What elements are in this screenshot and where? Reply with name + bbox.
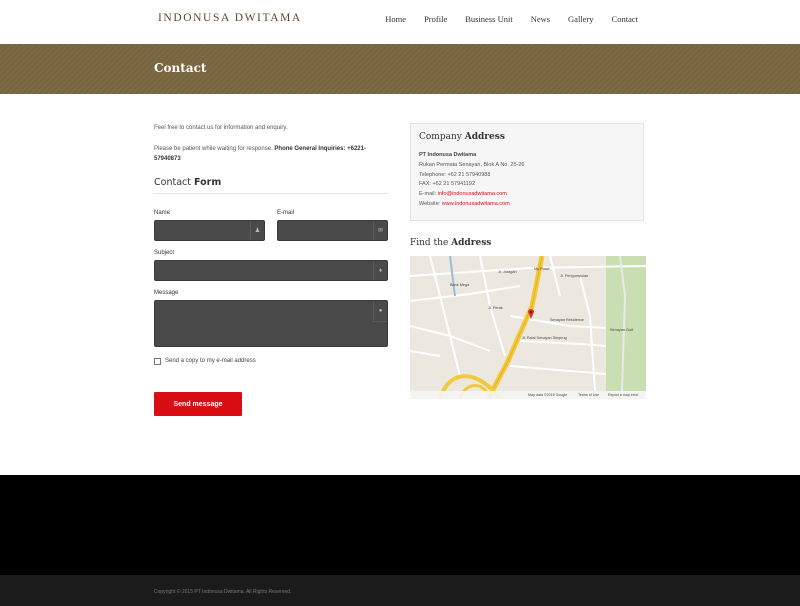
map-report-link[interactable]: Report a map error: [608, 393, 638, 397]
envelope-icon: ✉: [373, 221, 387, 240]
form-title-bold: Form: [194, 177, 222, 188]
company-street: Rukan Permata Senayan, Blok A No. 25-26: [419, 161, 525, 168]
tag-icon: ♦: [373, 261, 387, 280]
form-title-regular: Contact: [154, 177, 191, 188]
message-field[interactable]: ●: [154, 300, 388, 347]
company-website-row: Website: www.indonusadwitama.com: [419, 200, 524, 210]
footer-bar: Copyright © 2015 PT Indonusa Dwitama. Al…: [0, 575, 800, 606]
subject-field[interactable]: ♦: [154, 260, 388, 281]
find-address-title: Find the Address: [410, 238, 491, 248]
map-label: Jl. Pengumpulan: [560, 274, 589, 278]
map-terms-link[interactable]: Terms of Use: [578, 393, 599, 397]
find-title-bold: Address: [451, 238, 492, 248]
site-header: INDONUSA DWITAMA Home Profile Business U…: [0, 0, 800, 44]
google-map[interactable]: Jl. Juragan My Place Jl. Pengumpulan Ban…: [410, 256, 646, 399]
map-footer: Map data ©2015 Google Terms of Use Repor…: [410, 391, 646, 399]
email-label: E-mail: [277, 210, 295, 216]
intro-text: Feel free to contact us for information …: [154, 125, 288, 131]
email-field[interactable]: ✉: [277, 220, 388, 241]
nav-profile[interactable]: Profile: [424, 14, 447, 24]
intro-note: Please be patient while waiting for resp…: [154, 144, 388, 164]
divider: [154, 193, 388, 194]
map-label: My Place: [534, 267, 550, 271]
nav-news[interactable]: News: [531, 14, 550, 24]
company-address-box: Company Address PT Indonusa Dwitama Ruka…: [410, 123, 644, 221]
company-website-link[interactable]: www.indonusadwitama.com: [442, 201, 510, 207]
company-name: PT Indonusa Dwitama: [419, 152, 477, 158]
comment-icon: ●: [373, 301, 387, 322]
intro-section: Feel free to contact us for information …: [154, 124, 388, 164]
company-telephone: Telephone: +62 21 57940988: [419, 171, 491, 178]
page-title: Contact: [154, 61, 207, 75]
address-title: Company Address: [419, 132, 505, 142]
map-label: Jl. Juragan: [498, 270, 517, 274]
user-icon: ♟: [250, 221, 264, 240]
main-nav: Home Profile Business Unit News Gallery …: [367, 14, 638, 24]
footer-widgets: [0, 475, 800, 575]
page-banner: Contact: [0, 44, 800, 94]
copy-checkbox-label[interactable]: Send a copy to my e-mail address: [165, 358, 256, 364]
address-details: PT Indonusa Dwitama Rukan Permata Senaya…: [419, 151, 524, 210]
nav-contact[interactable]: Contact: [612, 14, 638, 24]
contact-form-title: Contact Form: [154, 177, 221, 188]
address-title-regular: Company: [419, 132, 462, 142]
copyright-text: Copyright © 2015 PT Indonusa Dwitama. Al…: [154, 589, 292, 595]
map-label: Jl. Perak: [488, 306, 503, 310]
company-email-row: E-mail: info@indonusadwitama.com: [419, 190, 524, 200]
website-prefix: Website:: [419, 200, 442, 207]
company-fax: FAX: +62 21 57941192: [419, 181, 476, 188]
intro-note-text: Please be patient while waiting for resp…: [154, 146, 273, 152]
map-label: Senayan Residence: [550, 318, 584, 322]
find-title-regular: Find the: [410, 238, 449, 248]
company-email-link[interactable]: info@indonusadwitama.com: [438, 191, 507, 197]
nav-home[interactable]: Home: [385, 14, 406, 24]
address-title-bold: Address: [464, 132, 505, 142]
site-logo[interactable]: INDONUSA DWITAMA: [158, 12, 302, 24]
nav-business-unit[interactable]: Business Unit: [465, 14, 512, 24]
map-label: Senayan Golf: [610, 328, 634, 332]
map-label: Jl. Patal Senayan Simprug: [522, 336, 567, 340]
email-prefix: E-mail:: [419, 191, 438, 198]
message-label: Message: [154, 290, 179, 296]
name-label: Name: [154, 210, 171, 216]
send-message-button[interactable]: Send message: [154, 392, 242, 416]
map-label: Bank Mega: [450, 283, 470, 287]
map-data-credit: Map data ©2015 Google: [528, 393, 568, 397]
name-field[interactable]: ♟: [154, 220, 265, 241]
copy-checkbox[interactable]: [154, 358, 161, 365]
subject-label: Subject: [154, 250, 175, 256]
nav-gallery[interactable]: Gallery: [568, 14, 594, 24]
